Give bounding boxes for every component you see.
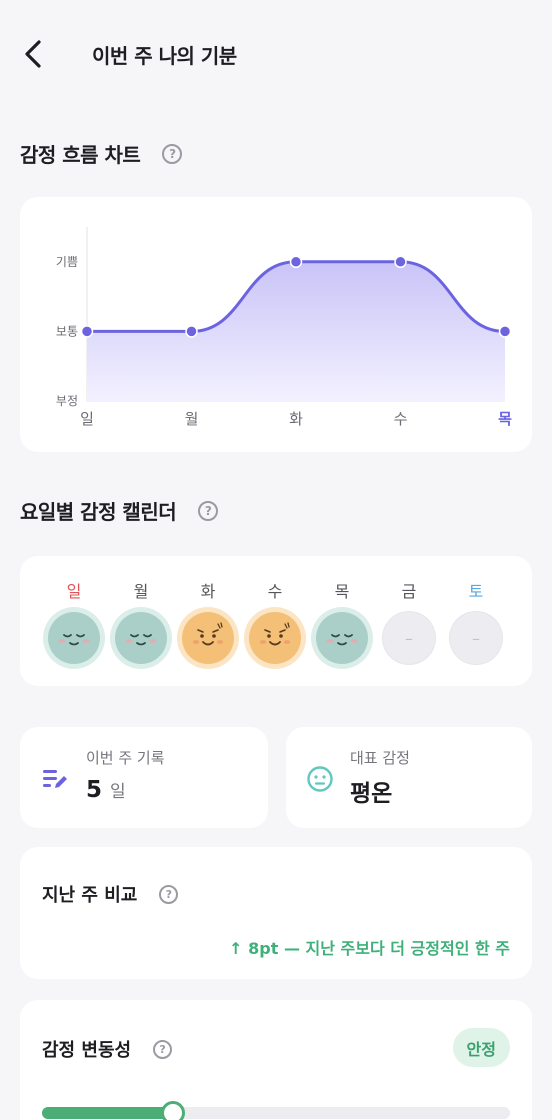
page-title: 이번 주 나의 기분 [92,44,237,68]
x-tick-label: 월 [185,410,199,428]
variability-track [42,1101,510,1120]
emotion-variability-card: 감정 변동성 ? 안정 [20,1000,532,1120]
variability-thumb[interactable] [161,1101,186,1120]
chart-section-header: 감정 흐름 차트 ? [20,139,183,168]
neutral-face-icon [307,766,333,792]
main-emotion-card: 대표 감정 평온 [286,727,532,828]
x-tick-label: 화 [289,410,303,428]
help-icon[interactable]: ? [198,500,219,521]
chart-section-title: 감정 흐름 차트 [20,143,141,167]
back-button[interactable] [18,38,48,70]
happy-face-icon[interactable] [182,612,234,664]
calendar-day-label: 토 [468,582,484,601]
compare-header: 지난 주 비교 ? [42,881,179,907]
chart-point-월 [185,325,198,338]
help-icon[interactable]: ? [153,1039,173,1059]
weekday-calendar-card: 일 월 화 수 목 금 – 토 – [20,556,532,686]
y-tick-label: 기쁨 [56,255,78,269]
calendar-day-label: 일 [66,582,82,601]
x-tick-label: 목 [498,410,512,428]
compare-title: 지난 주 비교 [42,885,138,906]
happy-face-icon[interactable] [249,612,301,664]
variability-fill [42,1107,174,1119]
y-tick-label: 보통 [56,324,78,338]
chart-point-수 [394,255,407,269]
emotion-flow-chart: 부정 보통 기쁨일 월 화 수 목 [56,227,512,428]
calendar-section-header: 요일별 감정 캘린더 ? [20,496,219,525]
chart-point-일 [80,325,94,338]
record-label: 이번 주 기록 [86,749,165,767]
variability-title: 감정 변동성 [42,1040,132,1061]
calendar-day-label: 금 [401,582,417,601]
record-value-group: 5 일 [86,777,126,803]
chart-point-목 [498,325,512,338]
calm-face-icon[interactable] [115,612,167,664]
emotion-label: 대표 감정 [350,749,410,767]
calm-face-icon[interactable] [48,612,100,664]
y-tick-label: 부정 [56,394,78,408]
calendar-day-label: 월 [133,582,149,601]
chevron-left-icon [25,40,41,68]
calm-face-icon[interactable] [316,612,368,664]
help-icon[interactable]: ? [162,143,183,164]
record-unit: 일 [110,782,126,802]
compare-result: ↑ 8pt — 지난 주보다 더 긍정적인 한 주 [229,939,510,958]
last-week-compare-card: 지난 주 비교 ? ↑ 8pt — 지난 주보다 더 긍정적인 한 주 [20,847,532,979]
variability-header: 감정 변동성 ? [42,1036,173,1062]
calendar-day-label: 목 [334,582,350,601]
help-icon[interactable]: ? [159,884,179,904]
chart-point-화 [289,255,303,269]
emotion-chart-card: 부정 보통 기쁨일 월 화 수 목 [20,197,532,452]
empty-day-placeholder[interactable]: – [450,612,502,664]
calendar-day-label: 수 [267,582,283,601]
calendar-section-title: 요일별 감정 캘린더 [20,500,177,524]
top-bar: 이번 주 나의 기분 [0,0,552,108]
empty-day-placeholder[interactable]: – [383,612,435,664]
calendar-day-label: 화 [200,582,216,601]
x-tick-label: 일 [80,410,94,428]
x-tick-label: 수 [394,410,408,428]
emotion-value: 평온 [350,781,393,807]
weekly-record-card: 이번 주 기록 5 일 [20,727,268,828]
edit-list-icon [43,770,67,788]
stability-badge: 안정 [452,1028,510,1067]
record-value: 5 [86,777,103,803]
